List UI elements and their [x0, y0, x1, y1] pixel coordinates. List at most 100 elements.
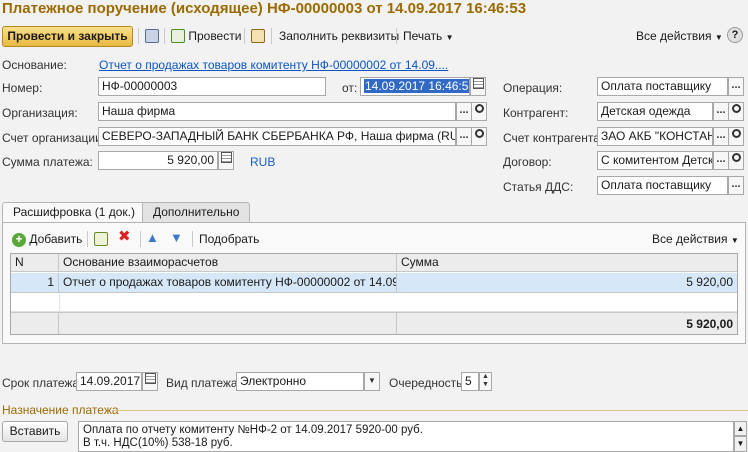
print-button-label: Печать — [403, 29, 443, 43]
toolbar-separator — [271, 28, 272, 44]
stepper-icon: ▲ ▼ — [482, 373, 489, 388]
due-date-label: Срок платежа: — [2, 376, 83, 390]
ellipsis-icon: ... — [716, 129, 726, 141]
table-row-n[interactable]: 1 — [11, 273, 59, 293]
delete-icon[interactable]: ✖ — [118, 229, 131, 247]
post-and-close-button[interactable]: Провести и закрыть — [2, 26, 133, 47]
payment-type-label: Вид платежа: — [166, 376, 241, 390]
table-footer-n — [11, 312, 59, 334]
organization-field[interactable]: Наша фирма — [98, 102, 456, 121]
all-actions-label: Все действия — [636, 29, 712, 43]
payment-type-dropdown[interactable]: ▼ — [364, 372, 380, 391]
due-calendar-button[interactable] — [142, 372, 158, 391]
toolbar-separator — [192, 231, 193, 247]
pick-button[interactable]: Подобрать — [199, 231, 259, 249]
insert-button[interactable]: Вставить — [2, 421, 68, 442]
move-up-icon[interactable]: ▲ — [146, 230, 159, 248]
table-row-basis[interactable]: Отчет о продажах товаров комитенту НФ-00… — [59, 273, 397, 293]
purpose-section-title: Назначение платежа — [2, 403, 119, 417]
sum-label: Сумма платежа: — [2, 155, 93, 169]
tab-additional[interactable]: Дополнительно — [142, 202, 251, 222]
priority-field[interactable]: 5 — [461, 372, 479, 391]
ellipsis-icon: ... — [459, 129, 469, 141]
contract-select-button[interactable]: ... — [713, 151, 729, 170]
column-header-n[interactable]: N — [11, 254, 59, 272]
operation-label: Операция: — [503, 81, 563, 95]
ellipsis-icon: ... — [731, 79, 741, 91]
cp-account-field[interactable]: ЗАО АКБ "КОНСТАНС — [597, 127, 713, 146]
ellipsis-icon: ... — [459, 104, 469, 116]
table-all-actions-menu[interactable]: Все действия ▼ — [652, 231, 739, 249]
org-account-select-button[interactable]: ... — [456, 127, 472, 146]
contract-field[interactable]: С комитентом Детска — [597, 151, 713, 170]
magnifier-icon — [474, 129, 484, 138]
org-account-open-button[interactable] — [471, 127, 487, 146]
chevron-down-icon: ▼ — [368, 376, 376, 385]
contract-label: Договор: — [503, 155, 552, 169]
calculator-icon — [220, 152, 232, 163]
purpose-line-1: Оплата по отчету комитенту №НФ-2 от 14.0… — [83, 424, 423, 436]
post-button[interactable]: Провести — [171, 28, 241, 46]
scroll-up-icon[interactable]: ▲ — [734, 421, 747, 436]
fill-requisites-button[interactable]: Заполнить реквизиты — [279, 28, 399, 46]
column-header-sum[interactable]: Сумма — [397, 254, 737, 272]
window-title: Платежное поручение (исходящее) НФ-00000… — [2, 0, 527, 17]
save-icon[interactable] — [145, 28, 159, 46]
move-down-icon[interactable]: ▼ — [170, 230, 183, 248]
operation-select-button[interactable]: ... — [728, 77, 744, 96]
post-icon — [171, 29, 185, 43]
chevron-down-icon: ▼ — [714, 33, 723, 42]
counterparty-field[interactable]: Детская одежда — [597, 102, 713, 121]
counterparty-select-button[interactable]: ... — [713, 102, 729, 121]
column-divider — [59, 294, 60, 312]
calculator-button[interactable] — [218, 151, 234, 170]
tab-breakdown[interactable]: Расшифровка (1 док.) — [2, 202, 146, 223]
scroll-down-icon[interactable]: ▼ — [734, 436, 747, 452]
ellipsis-icon: ... — [716, 153, 726, 165]
table-empty-row — [11, 294, 737, 312]
date-label: от: — [342, 81, 358, 95]
magnifier-icon — [731, 129, 741, 138]
dds-field[interactable]: Оплата поставщику — [597, 176, 728, 195]
number-field[interactable]: НФ-00000003 — [98, 77, 326, 96]
payment-type-select[interactable]: Электронно — [236, 372, 364, 391]
currency-label: RUB — [250, 155, 276, 169]
org-account-label: Счет организации: — [2, 131, 106, 145]
date-field[interactable]: 14.09.2017 16:46:53 — [360, 77, 470, 96]
due-date-field[interactable]: 14.09.2017 — [76, 372, 142, 391]
help-icon[interactable]: ? — [727, 26, 743, 44]
cp-account-label: Счет контрагента: — [503, 131, 604, 145]
copy-row-icon[interactable] — [94, 231, 108, 249]
contract-open-button[interactable] — [728, 151, 744, 170]
calendar-button[interactable] — [470, 77, 486, 96]
priority-label: Очередность: — [389, 376, 466, 390]
priority-stepper[interactable]: ▲ ▼ — [479, 372, 492, 391]
breakdown-table: N Основание взаиморасчетов Сумма 1 Отчет… — [10, 253, 738, 335]
add-row-button[interactable]: + Добавить — [12, 231, 82, 249]
organization-open-button[interactable] — [471, 102, 487, 121]
cp-account-open-button[interactable] — [728, 127, 744, 146]
sum-field[interactable]: 5 920,00 — [98, 151, 218, 170]
org-account-field[interactable]: СЕВЕРО-ЗАПАДНЫЙ БАНК СБЕРБАНКА РФ, Наша … — [98, 127, 456, 146]
table-footer-basis — [59, 312, 397, 334]
toolbar-separator — [244, 28, 245, 44]
basis-link[interactable]: Отчет о продажах товаров комитенту НФ-00… — [99, 58, 448, 72]
column-header-basis[interactable]: Основание взаиморасчетов — [59, 254, 397, 272]
post-button-label: Провести — [188, 29, 242, 43]
date-value: 14.09.2017 16:46:53 — [364, 79, 469, 93]
dds-select-button[interactable]: ... — [728, 176, 744, 195]
print-button[interactable]: Печать ▼ — [403, 28, 454, 46]
all-actions-menu[interactable]: Все действия ▼ — [636, 28, 723, 46]
cp-account-select-button[interactable]: ... — [713, 127, 729, 146]
magnifier-icon — [474, 104, 484, 113]
calendar-icon — [472, 78, 484, 89]
purpose-textarea[interactable]: Оплата по отчету комитенту №НФ-2 от 14.0… — [78, 421, 734, 452]
fill-document-icon[interactable] — [251, 28, 265, 46]
organization-select-button[interactable]: ... — [456, 102, 472, 121]
table-row-sum[interactable]: 5 920,00 — [397, 273, 737, 293]
operation-field[interactable]: Оплата поставщику — [597, 77, 728, 96]
section-divider — [112, 410, 748, 411]
toolbar-separator — [396, 28, 397, 44]
counterparty-open-button[interactable] — [728, 102, 744, 121]
basis-label: Основание: — [2, 58, 67, 72]
